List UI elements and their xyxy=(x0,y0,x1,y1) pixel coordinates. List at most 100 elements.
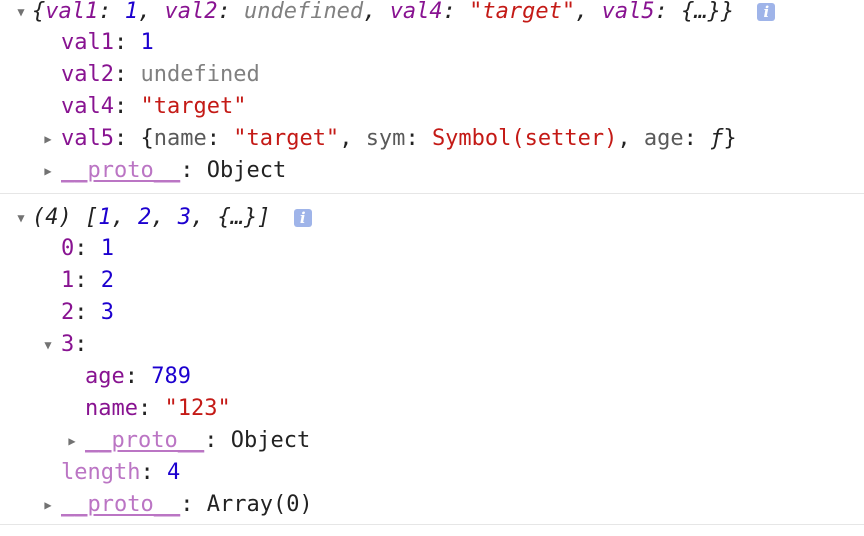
proto-value: Object xyxy=(206,158,287,183)
property-value: 789 xyxy=(151,364,191,389)
index-key: 1 xyxy=(61,268,75,293)
colon: : xyxy=(113,94,141,119)
item-value: 2 xyxy=(100,268,114,293)
triangle-right-icon[interactable] xyxy=(41,123,55,155)
array-item-0[interactable]: 0: 1 xyxy=(61,233,114,265)
summary-key: val5 xyxy=(601,0,655,24)
index-key: 2 xyxy=(61,300,75,325)
nested-property-name[interactable]: name: "123" xyxy=(85,393,231,425)
info-icon[interactable]: i xyxy=(293,209,312,227)
triangle-down-icon[interactable] xyxy=(41,329,55,361)
summary-number: 3 xyxy=(177,205,191,230)
index-key: 0 xyxy=(61,236,75,261)
array-summary[interactable]: (4) [1, 2, 3, {…}] xyxy=(32,205,271,230)
colon: : xyxy=(204,428,231,453)
comma: , xyxy=(363,0,390,24)
colon: : xyxy=(74,300,101,325)
summary-number: 1 xyxy=(98,205,112,230)
comma: , xyxy=(151,205,178,230)
triangle-down-icon[interactable] xyxy=(14,0,28,28)
brace-close: } xyxy=(720,0,735,24)
property-value: 1 xyxy=(140,30,154,55)
comma: , xyxy=(191,205,218,230)
property-row-val4[interactable]: val4: "target" xyxy=(61,91,246,123)
array-item-3[interactable]: 3: xyxy=(41,329,88,361)
property-key: val5 xyxy=(61,126,114,151)
colon: : xyxy=(74,236,101,261)
comma: , xyxy=(339,126,366,151)
preview-key: age xyxy=(643,126,684,151)
preview-function: ƒ xyxy=(710,126,724,151)
comma: , xyxy=(111,205,138,230)
summary-number: 2 xyxy=(138,205,152,230)
array-count: (4) xyxy=(32,205,72,230)
array-item-2[interactable]: 2: 3 xyxy=(61,297,114,329)
summary-string: "target" xyxy=(469,0,576,24)
proto-value: Object xyxy=(230,428,311,453)
proto-key: __proto__ xyxy=(61,492,181,517)
colon: : xyxy=(654,0,682,24)
summary-object: {…} xyxy=(217,205,258,230)
summary-number: 1 xyxy=(124,0,138,24)
colon: : xyxy=(98,0,125,24)
colon: : xyxy=(113,62,141,87)
colon: : xyxy=(442,0,470,24)
colon: : xyxy=(74,332,88,357)
property-row-val1[interactable]: val1: 1 xyxy=(61,27,154,59)
comma: , xyxy=(617,126,644,151)
nested-property-proto[interactable]: __proto__: Object xyxy=(65,425,310,457)
object-summary[interactable]: {val1: 1, val2: undefined, val4: "target… xyxy=(32,0,734,24)
brace-open: { xyxy=(140,126,154,151)
object-summary-row[interactable]: {val1: 1, val2: undefined, val4: "target… xyxy=(14,0,776,28)
property-row-val2[interactable]: val2: undefined xyxy=(61,59,260,91)
colon: : xyxy=(124,364,152,389)
summary-key: val4 xyxy=(389,0,443,24)
index-key: 3 xyxy=(61,332,75,357)
length-key: length xyxy=(61,460,141,485)
proto-key: __proto__ xyxy=(85,428,205,453)
colon: : xyxy=(206,126,234,151)
comma: , xyxy=(575,0,602,24)
array-item-1[interactable]: 1: 2 xyxy=(61,265,114,297)
triangle-right-icon[interactable] xyxy=(65,425,79,457)
colon: : xyxy=(113,30,141,55)
preview-key: sym xyxy=(365,126,406,151)
item-value: 3 xyxy=(100,300,114,325)
colon: : xyxy=(180,158,207,183)
bracket-open: [ xyxy=(85,205,99,230)
colon: : xyxy=(180,492,207,517)
array-proto-row[interactable]: __proto__: Array(0) xyxy=(41,489,313,521)
colon: : xyxy=(140,460,167,485)
nested-property-age[interactable]: age: 789 xyxy=(85,361,191,393)
preview-symbol: Symbol(setter) xyxy=(431,126,618,151)
colon: : xyxy=(683,126,711,151)
property-row-proto[interactable]: __proto__: Object xyxy=(41,155,286,187)
summary-undefined: undefined xyxy=(243,0,364,24)
array-summary-row[interactable]: (4) [1, 2, 3, {…}] i xyxy=(14,202,312,234)
proto-key: __proto__ xyxy=(61,158,181,183)
info-icon[interactable]: i xyxy=(757,3,776,21)
triangle-right-icon[interactable] xyxy=(41,155,55,187)
console-entry-array: (4) [1, 2, 3, {…}] i 0: 1 1: 2 2: 3 3: a… xyxy=(0,194,864,525)
property-value: undefined xyxy=(140,62,260,87)
property-row-val5[interactable]: val5: {name: "target", sym: Symbol(sette… xyxy=(41,123,737,155)
preview-string: "target" xyxy=(233,126,340,151)
colon: : xyxy=(405,126,432,151)
triangle-down-icon[interactable] xyxy=(14,202,28,234)
brace-open: { xyxy=(32,0,46,24)
colon: : xyxy=(74,268,101,293)
triangle-right-icon[interactable] xyxy=(41,489,55,521)
colon: : xyxy=(137,396,165,421)
brace-close: } xyxy=(723,126,737,151)
property-value: "target" xyxy=(140,94,247,119)
preview-key: name xyxy=(153,126,207,151)
comma: , xyxy=(137,0,165,24)
property-key: val1 xyxy=(61,30,114,55)
property-value: "123" xyxy=(164,396,231,421)
length-value: 4 xyxy=(166,460,181,485)
property-key: val2 xyxy=(61,62,114,87)
summary-key: val1 xyxy=(45,0,99,24)
array-length-row[interactable]: length: 4 xyxy=(61,457,180,489)
property-key: name xyxy=(85,396,138,421)
console-entry-object: {val1: 1, val2: undefined, val4: "target… xyxy=(0,0,864,194)
